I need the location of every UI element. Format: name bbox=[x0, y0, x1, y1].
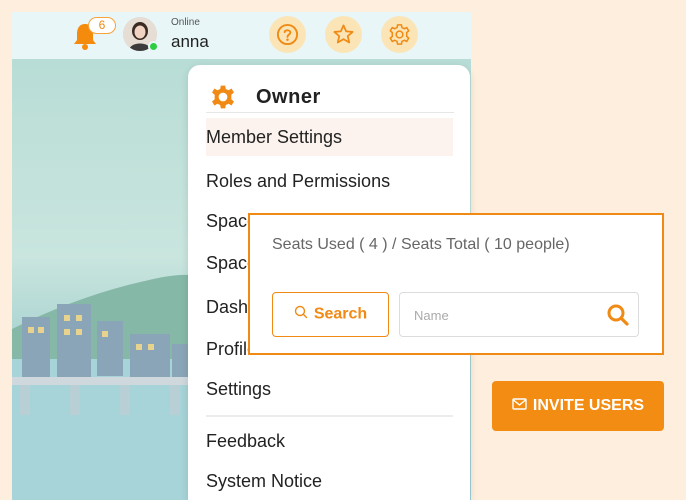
seats-panel: Seats Used ( 4 ) / Seats Total ( 10 peop… bbox=[248, 213, 664, 355]
menu-item-feedback[interactable]: Feedback bbox=[206, 422, 453, 460]
menu-header: Owner bbox=[206, 81, 454, 113]
menu-item-settings[interactable]: Settings bbox=[206, 370, 453, 408]
online-status-dot bbox=[148, 41, 159, 52]
name-input[interactable] bbox=[414, 304, 594, 326]
question-icon bbox=[276, 23, 299, 46]
menu-item-member-settings[interactable]: Member Settings bbox=[206, 118, 453, 156]
search-button[interactable]: Search bbox=[272, 292, 389, 337]
seats-summary: Seats Used ( 4 ) / Seats Total ( 10 peop… bbox=[272, 236, 570, 253]
menu-divider bbox=[206, 415, 453, 417]
top-bar: 6 Online anna bbox=[12, 12, 471, 59]
search-button-label: Search bbox=[313, 305, 368, 323]
gear-icon bbox=[389, 24, 410, 45]
invite-users-button[interactable]: INVITE USERS bbox=[492, 381, 664, 431]
favorites-button[interactable] bbox=[325, 16, 362, 53]
notification-badge: 6 bbox=[88, 17, 116, 34]
name-search-box bbox=[399, 292, 639, 337]
username[interactable]: anna bbox=[171, 32, 209, 52]
star-icon bbox=[333, 24, 354, 44]
settings-button[interactable] bbox=[381, 16, 418, 53]
envelope-icon bbox=[512, 397, 527, 415]
menu-item-roles-permissions[interactable]: Roles and Permissions bbox=[206, 162, 453, 200]
invite-users-label: INVITE USERS bbox=[532, 397, 645, 415]
magnifier-icon[interactable] bbox=[606, 303, 630, 327]
search-icon bbox=[294, 305, 308, 324]
menu-item-system-notice[interactable]: System Notice bbox=[206, 462, 453, 500]
menu-title: Owner bbox=[256, 86, 321, 108]
help-button[interactable] bbox=[269, 16, 306, 53]
gear-icon bbox=[210, 84, 236, 110]
user-status: Online bbox=[171, 17, 200, 28]
